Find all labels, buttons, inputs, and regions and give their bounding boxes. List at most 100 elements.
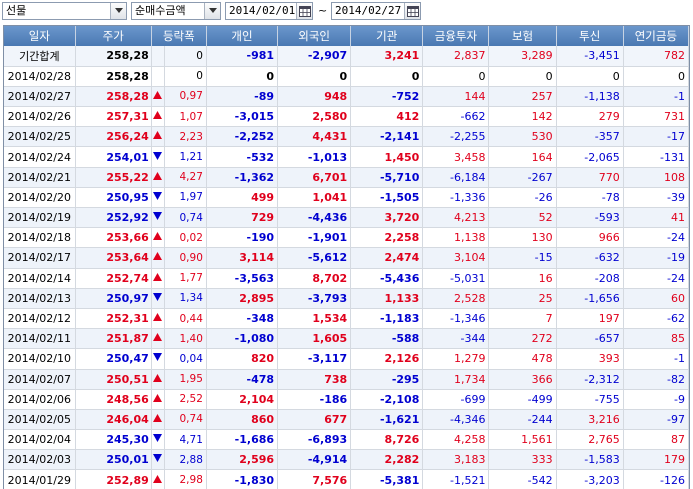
cell-price: 251,87: [75, 328, 152, 350]
column-header-financial-investment[interactable]: 금융투자: [422, 26, 490, 46]
cell-foreign: -3,117: [277, 348, 352, 370]
cell-insurance: 257: [488, 86, 557, 108]
column-header-date[interactable]: 일자: [4, 26, 76, 46]
cell-individual: -190: [206, 227, 279, 249]
cell-price: 258,28: [75, 86, 152, 108]
cell-pension-fund: 782: [623, 46, 690, 67]
cell-financial-investment: 3,183: [422, 449, 490, 471]
up-triangle-icon: [151, 86, 165, 108]
table-row[interactable]: 2014/02/27 258,28 0,97 -89 948 -752 144 257 -1,1…: [4, 86, 690, 108]
cell-date: 2014/02/13: [4, 288, 76, 309]
table-row[interactable]: 2014/02/26 257,31 1,07 -3,015 2,580 412 -662 14…: [4, 106, 690, 128]
column-header-pension-fund[interactable]: 연기금등: [623, 26, 690, 46]
cell-individual: -3,563: [206, 268, 279, 289]
table-row[interactable]: 2014/02/21 255,22 4,27 -1,362 6,701 -5,710 -6,…: [4, 167, 690, 188]
date-range-separator: ~: [318, 4, 328, 17]
table-row[interactable]: 2014/02/04 245,30 4,71 -1,686 -6,893 8,726 4,2…: [4, 429, 690, 451]
table-row[interactable]: 2014/02/18 253,66 0,02 -190 -1,901 2,258 1,138…: [4, 227, 690, 249]
cell-investment-trust: 966: [556, 227, 624, 249]
column-header-change[interactable]: 등락폭: [151, 26, 207, 46]
date-to-calendar-button[interactable]: [404, 3, 420, 19]
cell-investment-trust: 197: [556, 308, 624, 330]
cell-investment-trust: 3,216: [556, 409, 624, 431]
metric-select-dropdown-button[interactable]: [204, 3, 220, 19]
cell-insurance: 272: [488, 328, 557, 350]
cell-price: 250,97: [75, 288, 152, 309]
table-row[interactable]: 2014/02/17 253,64 0,90 3,114 -5,612 2,474 3,10…: [4, 247, 690, 269]
cell-insurance: -499: [488, 389, 557, 410]
cell-individual: 3,114: [206, 247, 279, 269]
cell-individual: -532: [206, 146, 279, 168]
table-row[interactable]: 2014/02/14 252,74 1,77 -3,563 8,702 -5,436 -5,…: [4, 268, 690, 289]
date-from-value: 2014/02/01: [229, 4, 296, 17]
down-triangle-icon: [151, 187, 165, 209]
table-row[interactable]: 2014/01/29 252,89 2,98 -1,830 7,576 -5,381 -1,…: [4, 469, 690, 489]
summary-row[interactable]: 기간합계 258,28 0 -981 -2,907 3,241 2,837 3,289 -3,4…: [4, 46, 690, 67]
column-header-investment-trust[interactable]: 투신: [556, 26, 624, 46]
table-row[interactable]: 2014/02/05 246,04 0,74 860 677 -1,621 -4,346 -2…: [4, 409, 690, 431]
cell-institution: 2,282: [350, 449, 424, 471]
column-header-individual[interactable]: 개인: [206, 26, 279, 46]
table-row[interactable]: 2014/02/19 252,92 0,74 729 -4,436 3,720 4,213 5…: [4, 207, 690, 229]
date-from-input[interactable]: 2014/02/01: [225, 2, 313, 20]
cell-insurance: 530: [488, 126, 557, 148]
column-header-foreign[interactable]: 외국인: [277, 26, 352, 46]
up-triangle-icon: [151, 227, 165, 249]
date-to-input[interactable]: 2014/02/27: [331, 2, 421, 20]
cell-date: 2014/02/12: [4, 308, 76, 330]
table-row[interactable]: 2014/02/12 252,31 0,44 -348 1,534 -1,183 -1,34…: [4, 308, 690, 330]
cell-institution: -5,381: [350, 469, 424, 489]
cell-change: 0,97: [164, 86, 207, 108]
cell-individual: -89: [206, 86, 279, 108]
cell-date: 2014/02/18: [4, 227, 76, 249]
column-header-price[interactable]: 주가: [75, 26, 152, 46]
cell-pension-fund: 87: [623, 429, 690, 451]
cell-investment-trust: -1,138: [556, 86, 624, 108]
table-row[interactable]: 2014/02/07 250,51 1,95 -478 738 -295 1,734 366-…: [4, 369, 690, 390]
cell-price: 258,28: [75, 46, 152, 67]
cell-financial-investment: -2,255: [422, 126, 490, 148]
cell-price: 246,04: [75, 409, 152, 431]
cell-insurance: 7: [488, 308, 557, 330]
cell-pension-fund: -39: [623, 187, 690, 209]
table-row[interactable]: 2014/02/20 250,95 1,97 499 1,041 -1,505 -1,336…: [4, 187, 690, 209]
cell-price: 255,22: [75, 167, 152, 188]
cell-change: 1,97: [164, 187, 207, 209]
cell-insurance: 130: [488, 227, 557, 249]
cell-price: 245,30: [75, 429, 152, 451]
table-row[interactable]: 2014/02/24 254,01 1,21 -532 -1,013 1,450 3,458…: [4, 146, 690, 168]
cell-price: 253,66: [75, 227, 152, 249]
market-select[interactable]: 선물: [2, 2, 127, 20]
cell-insurance: 366: [488, 369, 557, 390]
market-select-dropdown-button[interactable]: [110, 3, 126, 19]
cell-individual: -1,830: [206, 469, 279, 489]
cell-institution: -752: [350, 86, 424, 108]
table-row[interactable]: 2014/02/11 251,87 1,40 -1,080 1,605 -588 -344 2…: [4, 328, 690, 350]
cell-foreign: 6,701: [277, 167, 352, 188]
cell-date: 2014/02/27: [4, 86, 76, 108]
cell-financial-investment: 1,734: [422, 369, 490, 390]
cell-financial-investment: -662: [422, 106, 490, 128]
cell-institution: -5,436: [350, 268, 424, 289]
cell-insurance: 0: [488, 66, 557, 87]
cell-individual: 2,104: [206, 389, 279, 410]
cell-individual: -3,015: [206, 106, 279, 128]
column-header-institution[interactable]: 기관: [350, 26, 424, 46]
table-row[interactable]: 2014/02/25 256,24 2,23 -2,252 4,431 -2,141 -2,…: [4, 126, 690, 148]
table-row[interactable]: 2014/02/28 258,28 0 0 0 0 0 0 0 0: [4, 66, 690, 87]
cell-pension-fund: -126: [623, 469, 690, 489]
date-from-calendar-button[interactable]: [296, 3, 312, 19]
cell-pension-fund: 0: [623, 66, 690, 87]
cell-change: 1,07: [164, 106, 207, 128]
cell-insurance: 164: [488, 146, 557, 168]
column-header-insurance[interactable]: 보험: [488, 26, 557, 46]
cell-individual: -348: [206, 308, 279, 330]
cell-change: 0: [164, 46, 207, 67]
cell-foreign: 677: [277, 409, 352, 431]
table-row[interactable]: 2014/02/06 248,56 2,52 2,104 -186 -2,108 -699-…: [4, 389, 690, 410]
table-row[interactable]: 2014/02/03 250,01 2,88 2,596 -4,914 2,282 3,18…: [4, 449, 690, 471]
table-row[interactable]: 2014/02/13 250,97 1,34 2,895 -3,793 1,133 2,52…: [4, 288, 690, 309]
metric-select[interactable]: 순매수금액: [131, 2, 221, 20]
table-row[interactable]: 2014/02/10 250,47 0,04 820 -3,117 2,126 1,279 4…: [4, 348, 690, 370]
cell-individual: 729: [206, 207, 279, 229]
